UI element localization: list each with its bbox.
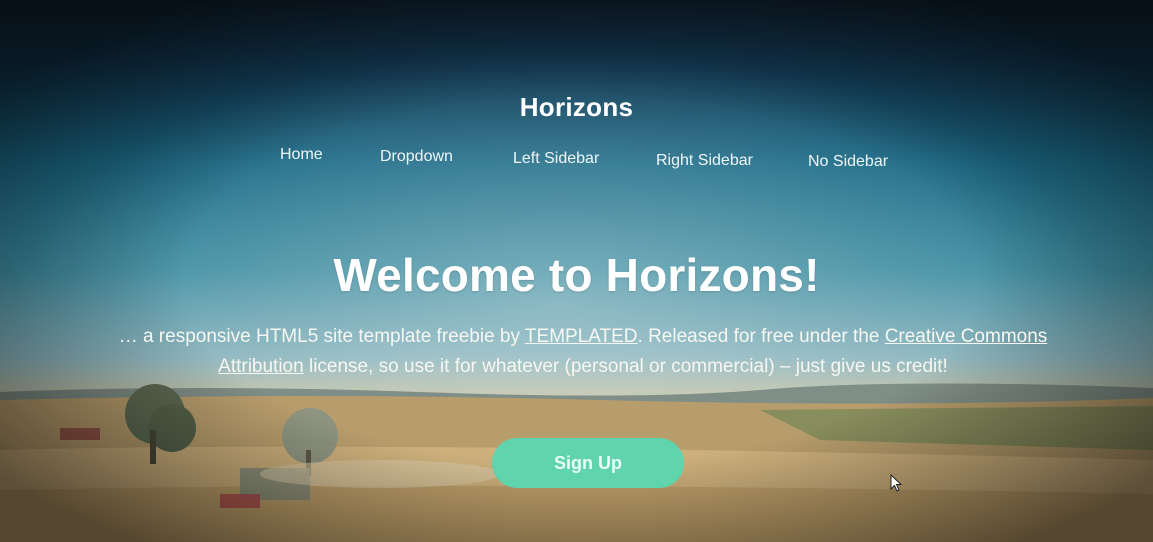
nav-item-right-sidebar[interactable]: Right Sidebar [656, 152, 753, 170]
tagline-text-2: . Released for free under the [637, 326, 885, 347]
site-title[interactable]: Horizons [0, 92, 1153, 123]
nav-item-no-sidebar[interactable]: No Sidebar [808, 153, 888, 171]
nav-item-dropdown[interactable]: Dropdown [380, 148, 453, 166]
tagline-text-1: … a responsive HTML5 site template freeb… [118, 326, 525, 347]
hero-tagline: … a responsive HTML5 site template freeb… [118, 322, 1048, 382]
sign-up-button[interactable]: Sign Up [492, 438, 684, 488]
tagline-text-3: license, so use it for whatever (persona… [303, 356, 948, 377]
templated-link[interactable]: TEMPLATED [525, 326, 638, 347]
hero-headline: Welcome to Horizons! [333, 249, 820, 301]
nav-item-left-sidebar[interactable]: Left Sidebar [513, 150, 599, 168]
nav-item-home[interactable]: Home [280, 146, 323, 164]
main-navigation: Home Dropdown Left Sidebar Right Sidebar… [0, 146, 1153, 176]
arrow-cursor-icon [890, 474, 903, 492]
